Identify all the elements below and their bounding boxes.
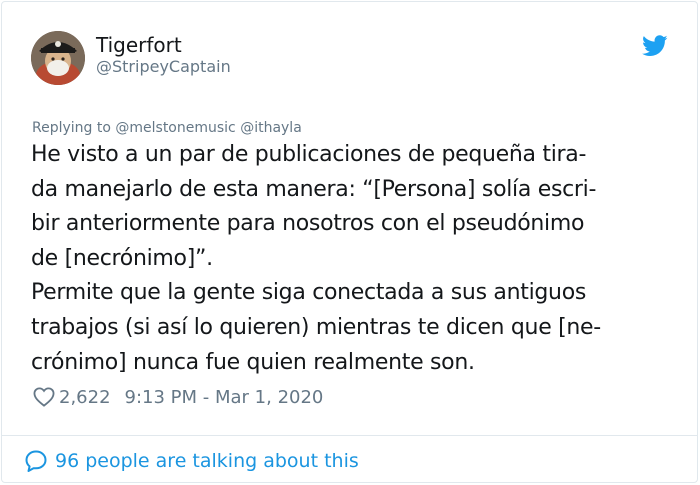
speech-bubble-icon [24,449,48,473]
tweet-line: bir anteriormente para nosotros con el p… [31,211,585,237]
user-handle[interactable]: @StripeyCaptain [96,57,231,77]
tweet-line: da manejarlo de esta manera: “[Persona] … [31,176,597,202]
display-name[interactable]: Tigerfort [96,33,182,57]
tweet-line: de [necrónimo]”. [31,245,213,271]
divider [1,435,697,436]
tweet-text: He visto a un par de publicaciones de pe… [31,138,681,380]
replying-to[interactable]: Replying to @melstonemusic @ithayla [32,119,302,137]
like-count[interactable]: 2,622 [59,387,111,408]
avatar[interactable] [31,31,85,85]
talking-link[interactable]: 96 people are talking about this [24,448,359,474]
timestamp[interactable]: 9:13 PM - Mar 1, 2020 [125,387,324,408]
tweet-line: crónimo] nunca fue quien realmente son. [31,349,475,375]
tweet-line: He visto a un par de publicaciones de pe… [31,142,587,167]
talking-label: 96 people are talking about this [55,450,359,472]
tweet-meta: 2,622 9:13 PM - Mar 1, 2020 [33,385,323,409]
tweet-line: trabajos (si así lo quieren) mientras te… [31,314,601,340]
twitter-bird-icon[interactable] [642,35,668,57]
heart-icon[interactable] [33,387,55,407]
tweet-line: Permite que la gente siga conectada a su… [31,280,587,306]
